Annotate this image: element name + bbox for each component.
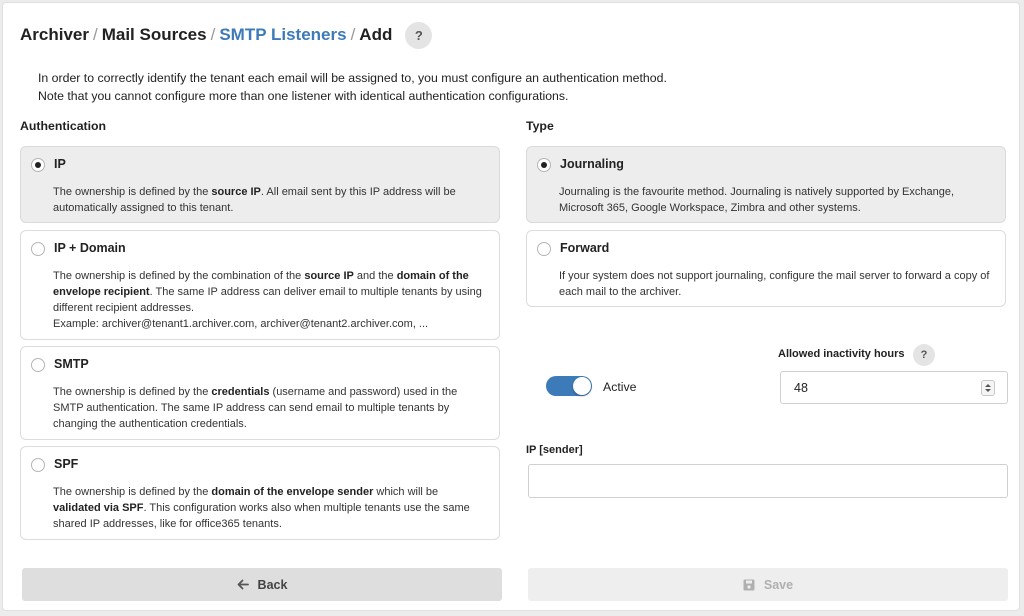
- toggle-knob: [573, 377, 591, 395]
- active-toggle[interactable]: [546, 376, 592, 396]
- type-journaling-description: Journaling is the favourite method. Jour…: [559, 186, 955, 214]
- main-panel: Archiver / Mail Sources / SMTP Listeners…: [2, 2, 1020, 611]
- type-forward-description: If your system does not support journali…: [559, 270, 990, 298]
- breadcrumb-separator: /: [92, 25, 98, 44]
- type-forward-title: Forward: [560, 241, 610, 255]
- inactivity-hours-label: Allowed inactivity hours: [778, 348, 905, 360]
- intro-line-1: In order to correctly identify the tenan…: [38, 71, 667, 85]
- auth-option-ip-domain[interactable]: IP + Domain The ownership is defined by …: [20, 230, 500, 340]
- auth-ip-radio[interactable]: [31, 158, 45, 172]
- floppy-disk-icon: [743, 579, 755, 591]
- auth-ip-domain-title: IP + Domain: [54, 241, 126, 255]
- authentication-label: Authentication: [20, 119, 107, 133]
- auth-smtp-radio[interactable]: [31, 358, 45, 372]
- breadcrumb-smtp-listeners[interactable]: SMTP Listeners: [219, 25, 346, 45]
- inactivity-hours-input[interactable]: 48: [780, 371, 1008, 404]
- auth-option-smtp[interactable]: SMTP The ownership is defined by the cre…: [20, 346, 500, 440]
- breadcrumb: Archiver / Mail Sources / SMTP Listeners…: [20, 21, 433, 49]
- back-button[interactable]: Back: [22, 568, 502, 601]
- auth-spf-description: The ownership is defined by the domain o…: [53, 486, 470, 530]
- auth-ip-title: IP: [54, 157, 66, 171]
- auth-spf-title: SPF: [54, 457, 79, 471]
- breadcrumb-separator: /: [350, 25, 356, 44]
- auth-ip-description: The ownership is defined by the source I…: [53, 186, 456, 214]
- type-journaling-radio[interactable]: [537, 158, 551, 172]
- back-button-label: Back: [257, 577, 288, 592]
- type-forward-radio[interactable]: [537, 242, 551, 256]
- arrow-left-icon: [237, 579, 249, 590]
- ip-sender-input[interactable]: [528, 464, 1008, 498]
- auth-ip-domain-radio[interactable]: [31, 242, 45, 256]
- auth-smtp-description: The ownership is defined by the credenti…: [53, 386, 458, 430]
- breadcrumb-add: Add: [359, 25, 393, 44]
- auth-smtp-title: SMTP: [54, 357, 89, 371]
- auth-option-ip[interactable]: IP The ownership is defined by the sourc…: [20, 146, 500, 223]
- stepper-icon[interactable]: [981, 380, 995, 396]
- breadcrumb-separator: /: [210, 25, 216, 44]
- breadcrumb-mail-sources[interactable]: Mail Sources: [102, 25, 207, 45]
- active-label: Active: [603, 380, 637, 394]
- save-button-label: Save: [763, 577, 794, 592]
- breadcrumb-archiver[interactable]: Archiver: [20, 25, 89, 45]
- type-option-forward[interactable]: Forward If your system does not support …: [526, 230, 1006, 307]
- type-journaling-title: Journaling: [560, 157, 624, 171]
- save-button[interactable]: Save: [528, 568, 1008, 601]
- type-label: Type: [526, 119, 554, 133]
- auth-spf-radio[interactable]: [31, 458, 45, 472]
- auth-option-spf[interactable]: SPF The ownership is defined by the doma…: [20, 446, 500, 540]
- help-button[interactable]: ?: [405, 21, 433, 49]
- type-option-journaling[interactable]: Journaling Journaling is the favourite m…: [526, 146, 1006, 223]
- inactivity-help-button[interactable]: ?: [913, 344, 935, 366]
- intro-line-2: Note that you cannot configure more than…: [38, 89, 569, 103]
- auth-ip-domain-description: The ownership is defined by the combinat…: [53, 270, 482, 330]
- ip-sender-label: IP [sender]: [526, 444, 583, 456]
- intro-text: In order to correctly identify the tenan…: [38, 69, 667, 105]
- inactivity-hours-value: 48: [794, 381, 808, 395]
